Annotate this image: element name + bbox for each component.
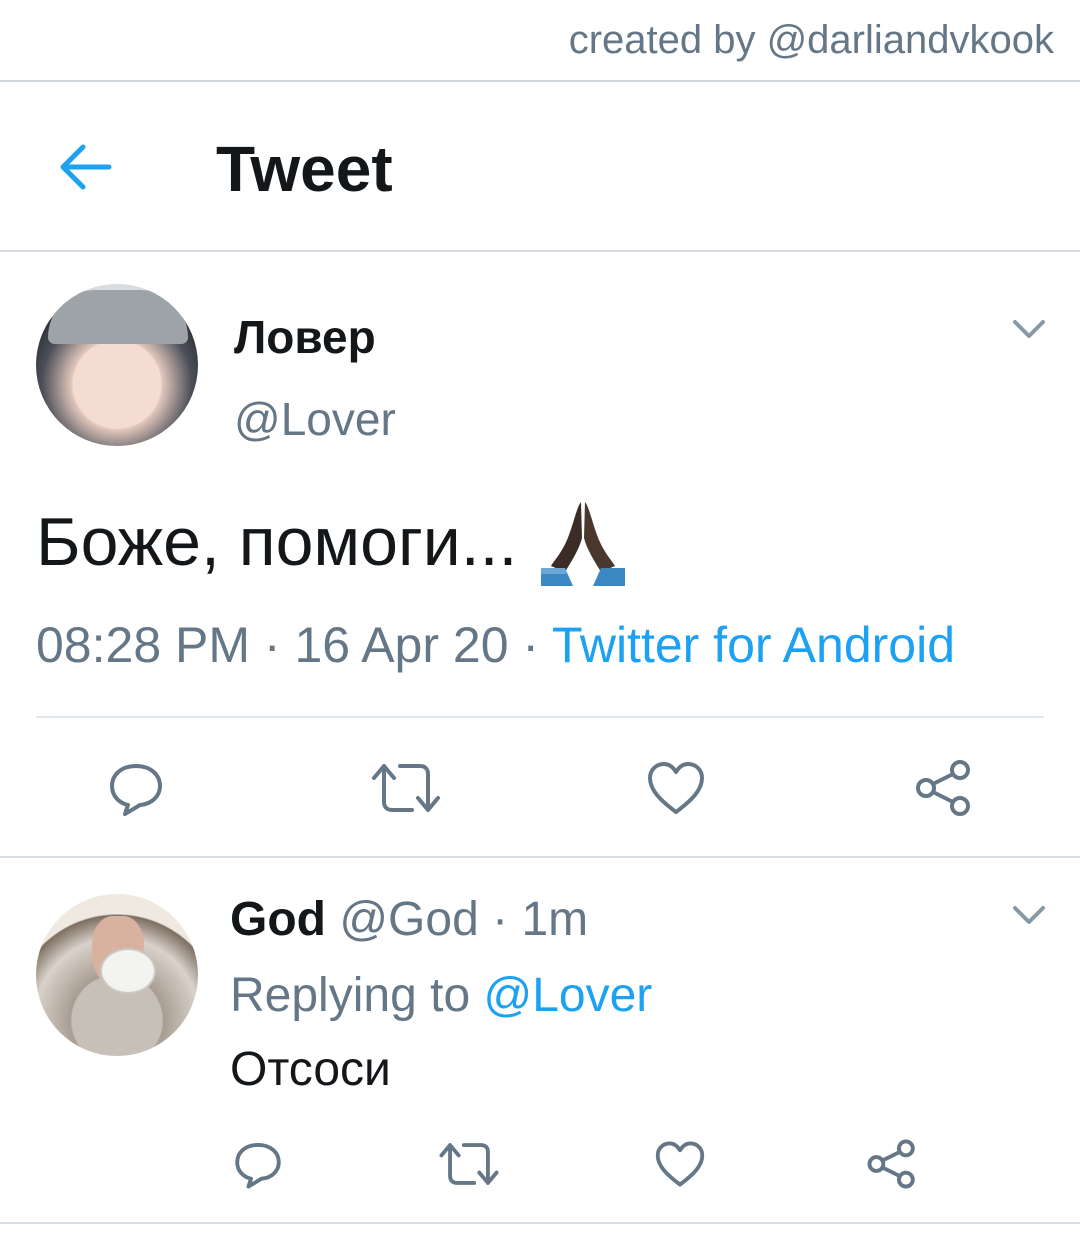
separator: ·: [508, 617, 553, 673]
retweet-icon: [372, 764, 440, 812]
like-icon: [648, 762, 704, 814]
like-button[interactable]: [640, 752, 712, 824]
tweet-date: 16 Apr 20: [294, 617, 509, 673]
replying-to: Replying to @Lover: [230, 968, 652, 1023]
share-icon: [916, 760, 970, 816]
avatar[interactable]: [36, 284, 198, 446]
retweet-button[interactable]: [366, 752, 446, 824]
replying-prefix: Replying to: [230, 969, 471, 1022]
tweet-text: Боже, помоги...: [36, 496, 629, 588]
tweet-meta: 08:28 PM · 16 Apr 20 · Twitter for Andro…: [36, 616, 955, 674]
header: Tweet: [0, 82, 1080, 252]
credit-text: created by @darliandvkook: [568, 18, 1054, 62]
divider: [36, 716, 1044, 718]
reply-button[interactable]: [100, 752, 172, 824]
arrow-left-icon: [60, 144, 112, 190]
tweet-source-link[interactable]: Twitter for Android: [552, 617, 955, 673]
display-name[interactable]: Ловер: [234, 310, 376, 364]
retweet-button[interactable]: [436, 1132, 502, 1196]
page-title: Tweet: [216, 133, 393, 205]
avatar[interactable]: [36, 894, 198, 1056]
divider: [0, 1222, 1080, 1224]
reply-icon: [110, 764, 162, 816]
like-button[interactable]: [650, 1132, 710, 1196]
divider: [0, 856, 1080, 858]
chevron-down-icon[interactable]: [1012, 904, 1046, 926]
retweet-icon: [439, 1143, 499, 1185]
separator: ·: [250, 617, 295, 673]
share-button[interactable]: [862, 1132, 922, 1196]
reply-age: 1m: [521, 893, 589, 946]
reply-handle[interactable]: @God: [339, 893, 478, 946]
folded-hands-icon: [541, 502, 626, 586]
back-button[interactable]: [50, 134, 120, 200]
tweet-time: 08:28 PM: [36, 617, 251, 673]
reply-icon: [235, 1142, 281, 1189]
reply-text: Отсоси: [230, 1043, 391, 1096]
reply-button[interactable]: [228, 1132, 288, 1196]
separator: ·: [478, 893, 522, 946]
mention-link[interactable]: @Lover: [483, 969, 652, 1022]
tweet-text-content: Боже, помоги...: [36, 504, 518, 580]
chevron-down-icon[interactable]: [1012, 318, 1046, 340]
share-button[interactable]: [908, 752, 980, 824]
like-icon: [655, 1141, 705, 1187]
user-handle[interactable]: @Lover: [234, 392, 396, 446]
reply-header: God @God · 1m: [230, 892, 588, 947]
share-icon: [867, 1139, 915, 1189]
reply-display-name[interactable]: God: [230, 893, 326, 946]
credit-bar: created by @darliandvkook: [0, 0, 1080, 82]
